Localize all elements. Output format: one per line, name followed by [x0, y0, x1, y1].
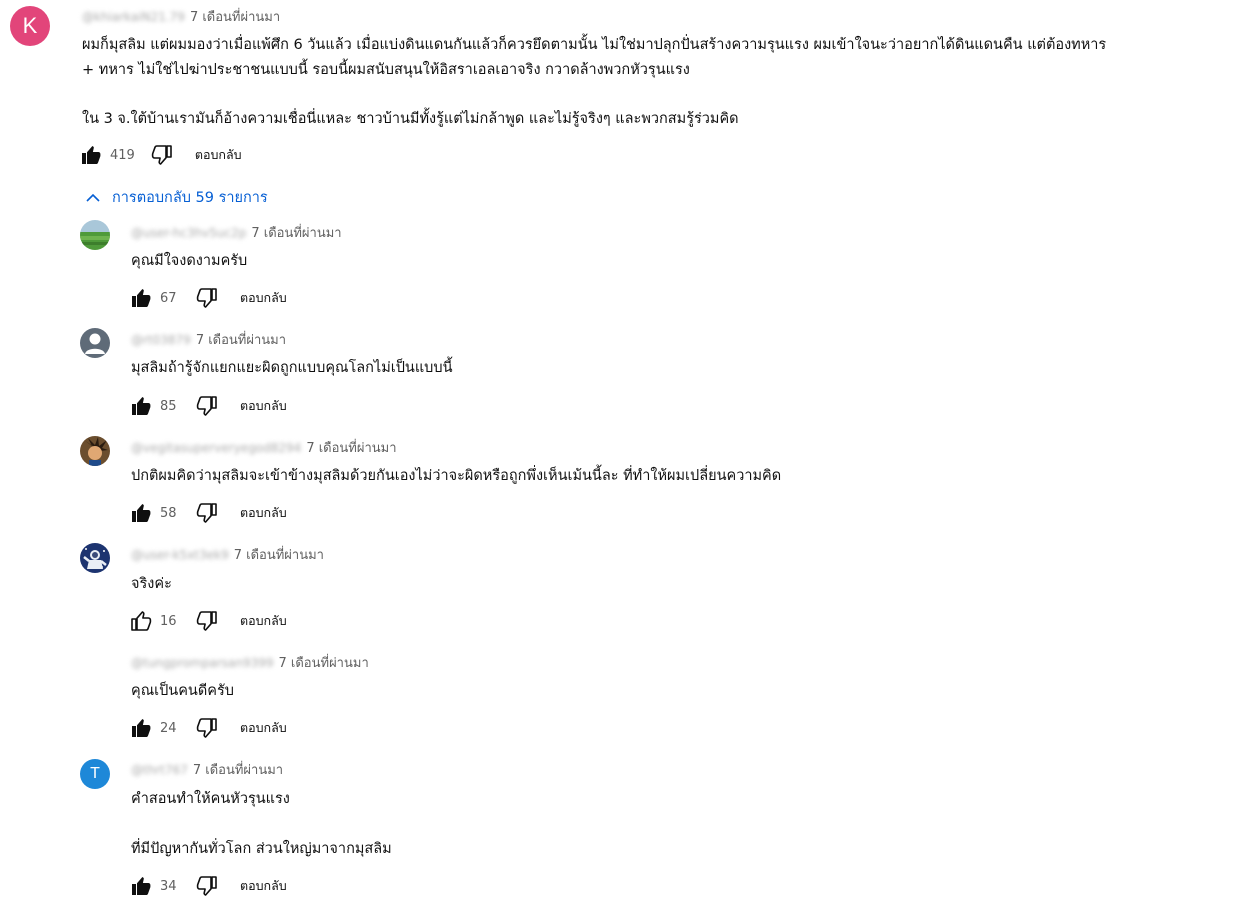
thumbs-up-icon: [132, 504, 151, 522]
like-button[interactable]: [128, 608, 154, 634]
reply-text-line: คำสอนทำให้คนหัวรุนแรง: [131, 791, 290, 807]
thumbs-down-icon: [151, 145, 172, 165]
astronaut-photo-avatar: [80, 543, 110, 573]
reply-button[interactable]: ตอบกลับ: [240, 288, 287, 308]
author-handle[interactable]: @tungpromparsan9399: [131, 656, 274, 670]
avatar[interactable]: T: [80, 759, 110, 789]
avatar[interactable]: [80, 328, 110, 358]
reply-timestamp[interactable]: 7 เดือนที่ผ่านมา: [234, 544, 324, 565]
like-button[interactable]: [128, 393, 154, 419]
dislike-button[interactable]: [149, 142, 175, 168]
like-count: 419: [110, 147, 135, 163]
reply-text-line: คุณเป็นคนดีครับ: [131, 683, 234, 699]
author-handle[interactable]: @rt03879: [131, 333, 191, 347]
thumbs-up-icon: [132, 719, 151, 737]
reply-button[interactable]: ตอบกลับ: [240, 718, 287, 738]
reply-timestamp[interactable]: 7 เดือนที่ผ่านมา: [251, 222, 341, 243]
avatar[interactable]: [80, 543, 110, 573]
comment-text-line: ผมก็มุสลิม แต่ผมมองว่าเมื่อแพ้ศึก 6 วันแ…: [82, 37, 1107, 53]
like-button[interactable]: [128, 500, 154, 526]
reply-timestamp[interactable]: 7 เดือนที่ผ่านมา: [279, 652, 369, 673]
author-handle[interactable]: @user-hc3hv5uc2p: [131, 226, 246, 240]
author-handle[interactable]: @vegitasuperveryegod8294: [131, 441, 301, 455]
reply-button[interactable]: ตอบกลับ: [240, 876, 287, 896]
reply-actions: 67 ตอบกลับ: [128, 285, 287, 311]
dislike-button[interactable]: [194, 608, 220, 634]
avatar-letter: T: [90, 765, 100, 782]
dislike-button[interactable]: [194, 285, 220, 311]
reply-timestamp[interactable]: 7 เดือนที่ผ่านมา: [196, 329, 286, 350]
reply-header: @user-k5xt3ek9 7 เดือนที่ผ่านมา: [131, 544, 324, 565]
reply-header: @rt03879 7 เดือนที่ผ่านมา: [131, 329, 286, 350]
replies-toggle-label: การตอบกลับ 59 รายการ: [112, 190, 268, 206]
comment-timestamp[interactable]: 7 เดือนที่ผ่านมา: [190, 6, 280, 27]
dislike-button[interactable]: [194, 873, 220, 899]
reply-header: @user-hc3hv5uc2p 7 เดือนที่ผ่านมา: [131, 222, 342, 243]
like-count: 58: [160, 505, 177, 521]
like-button[interactable]: [78, 142, 104, 168]
thumbs-down-icon: [196, 396, 217, 416]
reply-text-line: มุสลิมถ้ารู้จักแยกแยะผิดถูกแบบคุณโลกไม่เ…: [131, 360, 453, 376]
thumbs-up-icon: [132, 289, 151, 307]
thumbs-down-icon: [196, 718, 217, 738]
reply-text-line: คุณมีใจงดงามครับ: [131, 253, 248, 269]
reply-actions: 16 ตอบกลับ: [128, 608, 287, 634]
like-count: 16: [160, 613, 177, 629]
avatar[interactable]: [80, 220, 110, 250]
reply-header: @tungpromparsan9399 7 เดือนที่ผ่านมา: [131, 652, 369, 673]
avatar-letter: K: [22, 13, 38, 38]
replies-toggle-button[interactable]: การตอบกลับ 59 รายการ: [84, 186, 268, 209]
like-button[interactable]: [128, 873, 154, 899]
reply-text-line: ปกติผมคิดว่ามุสลิมจะเข้าข้างมุสลิมด้วยกั…: [131, 468, 782, 484]
avatar[interactable]: K: [10, 6, 50, 46]
dislike-button[interactable]: [194, 393, 220, 419]
reply-header: @vegitasuperveryegod8294 7 เดือนที่ผ่านม…: [131, 437, 397, 458]
reply-button[interactable]: ตอบกลับ: [240, 396, 287, 416]
thumbs-down-icon: [196, 876, 217, 896]
author-handle[interactable]: @user-k5xt3ek9: [131, 548, 229, 562]
comment-text-line: + ทหาร ไม่ใช่ไปฆ่าประชาชนแบบนี้ รอบนี้ผม…: [82, 62, 690, 78]
thumbs-down-icon: [196, 503, 217, 523]
like-count: 34: [160, 878, 177, 894]
chevron-up-icon: [86, 193, 100, 202]
dislike-button[interactable]: [194, 500, 220, 526]
comment-text-line: ใน 3 จ.ใต้บ้านเรามันก็อ้างความเชื่อนี่แห…: [82, 111, 739, 127]
comment-header: @khiarkaiN21.79 7 เดือนที่ผ่านมา: [82, 6, 280, 27]
avatar[interactable]: [80, 436, 110, 466]
like-button[interactable]: [128, 715, 154, 741]
reply-button[interactable]: ตอบกลับ: [240, 503, 287, 523]
reply-timestamp[interactable]: 7 เดือนที่ผ่านมา: [193, 759, 283, 780]
comment-thread: K @khiarkaiN21.79 7 เดือนที่ผ่านมา ผมก็ม…: [0, 0, 1246, 900]
reply-actions: 58 ตอบกลับ: [128, 500, 287, 526]
reply-text-line: จริงค่ะ: [131, 576, 172, 592]
character-photo-avatar: [80, 436, 110, 466]
like-count: 24: [160, 720, 177, 736]
reply-timestamp[interactable]: 7 เดือนที่ผ่านมา: [306, 437, 396, 458]
reply-actions: 85 ตอบกลับ: [128, 393, 287, 419]
author-handle[interactable]: @thrt767: [131, 763, 188, 777]
thumbs-down-icon: [196, 611, 217, 631]
thumbs-down-icon: [196, 288, 217, 308]
comment-actions: 419 ตอบกลับ: [78, 142, 242, 168]
like-count: 67: [160, 290, 177, 306]
reply-actions: 34 ตอบกลับ: [128, 873, 287, 899]
like-button[interactable]: [128, 285, 154, 311]
thumbs-up-icon: [132, 877, 151, 895]
field-photo-avatar: [80, 220, 110, 250]
reply-text-line: ที่มีปัญหากันทั่วโลก ส่วนใหญ่มาจากมุสลิม: [131, 841, 392, 857]
reply-button[interactable]: ตอบกลับ: [195, 145, 242, 165]
like-count: 85: [160, 398, 177, 414]
reply-button[interactable]: ตอบกลับ: [240, 611, 287, 631]
dislike-button[interactable]: [194, 715, 220, 741]
thumbs-up-icon: [82, 146, 101, 164]
reply-actions: 24 ตอบกลับ: [128, 715, 287, 741]
thumbs-up-icon: [132, 397, 151, 415]
thumbs-up-icon: [131, 611, 152, 631]
author-handle[interactable]: @khiarkaiN21.79: [82, 10, 185, 24]
reply-header: @thrt767 7 เดือนที่ผ่านมา: [131, 759, 283, 780]
person-icon: [85, 333, 105, 354]
